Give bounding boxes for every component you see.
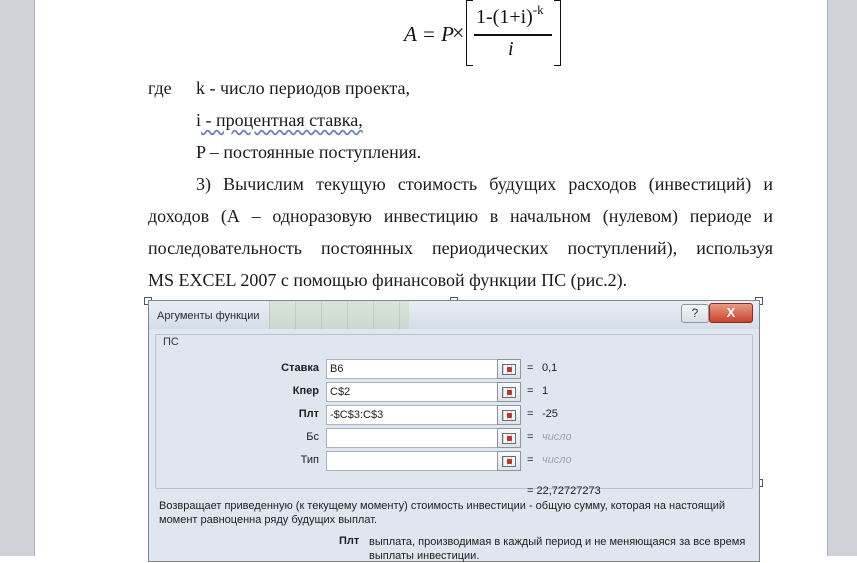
formula-numerator-base: 1-(1+i) <box>476 6 533 28</box>
definition-i-text: - процентная ставка, <box>201 110 363 130</box>
arg-value: C$2 <box>330 386 351 398</box>
arg-input-fv[interactable] <box>326 428 498 448</box>
arg-input-rate[interactable]: B6 <box>326 359 498 379</box>
range-arrow-icon <box>507 413 512 418</box>
definition-p: P – постоянные поступления. <box>196 142 422 162</box>
paragraph-line-2: доходов (А – одноразовую инвестицию в на… <box>148 206 773 226</box>
collapse-dialog-button[interactable] <box>497 428 521 448</box>
close-button[interactable]: X <box>709 303 753 323</box>
selected-arg-name: Плт <box>339 535 360 547</box>
arg-label: Тип <box>300 454 319 466</box>
arg-input-nper[interactable]: C$2 <box>326 382 498 402</box>
arg-result: -25 <box>542 408 558 420</box>
formula-lhs: A = P <box>404 22 454 46</box>
arg-value: -$C$3:C$3 <box>330 409 384 421</box>
page-edge-left <box>34 0 35 556</box>
right-gutter <box>828 0 857 556</box>
range-arrow-icon <box>507 436 512 441</box>
arg-row-nper: Кпер C$2 = 1 <box>149 382 759 402</box>
left-gutter <box>0 0 34 556</box>
paragraph-line-3: последовательность постоянных периодичес… <box>148 238 773 258</box>
arg-result: число <box>542 431 572 443</box>
arg-label: Ставка <box>281 362 319 374</box>
collapse-dialog-button[interactable] <box>497 405 521 425</box>
range-arrow-icon <box>507 390 512 395</box>
dialog-title: Аргументы функции <box>157 310 260 322</box>
collapse-dialog-button[interactable] <box>497 382 521 402</box>
page-edge-right <box>827 0 828 556</box>
arg-result: число <box>542 454 572 466</box>
arg-input-pmt[interactable]: -$C$3:C$3 <box>326 405 498 425</box>
range-arrow-icon <box>507 367 512 372</box>
formula-fraction-bar <box>474 34 552 36</box>
selected-arg-description: выплата, производимая в каждый период и … <box>369 536 746 562</box>
equals-sign: = <box>527 431 534 443</box>
formula-exponent: -k <box>532 2 544 17</box>
function-name-label: ПС <box>161 336 181 348</box>
arg-row-type: Тип = число <box>149 451 759 471</box>
formula-bracket-right <box>554 0 561 66</box>
arg-input-type[interactable] <box>326 451 498 471</box>
equals-sign: = <box>527 385 534 397</box>
dialog-title-bar[interactable]: Аргументы функции ? X <box>149 301 759 329</box>
arg-label: Кпер <box>292 385 319 397</box>
annuity-formula: A = P × 1-(1+i)-k i <box>404 0 574 70</box>
paragraph-line-4: MS EXCEL 2007 с помощью финансовой функц… <box>148 270 628 290</box>
arg-result: 1 <box>542 385 549 397</box>
arg-result: 0,1 <box>542 362 558 374</box>
equals-sign: = <box>527 408 534 420</box>
arg-row-pmt: Плт -$C$3:C$3 = -25 <box>149 405 759 425</box>
where-label: где <box>148 78 172 98</box>
function-arguments-dialog: Аргументы функции ? X ПС Ставка B6 = 0,1… <box>148 300 760 562</box>
function-description: Возвращает приведенную (к текущему момен… <box>159 500 726 526</box>
definition-i: i - процентная ставка, <box>196 110 363 131</box>
range-arrow-icon <box>507 459 512 464</box>
equals-sign: = <box>527 362 534 374</box>
formula-result: = 22,72727273 <box>527 485 601 497</box>
collapse-dialog-button[interactable] <box>497 359 521 379</box>
arg-row-fv: Бс = число <box>149 428 759 448</box>
collapse-dialog-button[interactable] <box>497 451 521 471</box>
arg-label: Бс <box>306 431 319 443</box>
help-button[interactable]: ? <box>681 304 709 323</box>
background-sheet-grid <box>269 301 409 329</box>
formula-times-sign: × <box>452 20 465 45</box>
arg-value: B6 <box>330 363 344 375</box>
definition-k: k - число периодов проекта, <box>196 78 410 98</box>
formula-numerator: 1-(1+i)-k <box>476 2 544 29</box>
arg-row-rate: Ставка B6 = 0,1 <box>149 359 759 379</box>
formula-denominator: i <box>508 38 514 60</box>
paragraph-line-1: 3) Вычислим текущую стоимость будущих ра… <box>196 174 773 194</box>
formula-bracket-left <box>466 0 473 66</box>
equals-sign: = <box>527 454 534 466</box>
arg-label: Плт <box>298 408 319 420</box>
